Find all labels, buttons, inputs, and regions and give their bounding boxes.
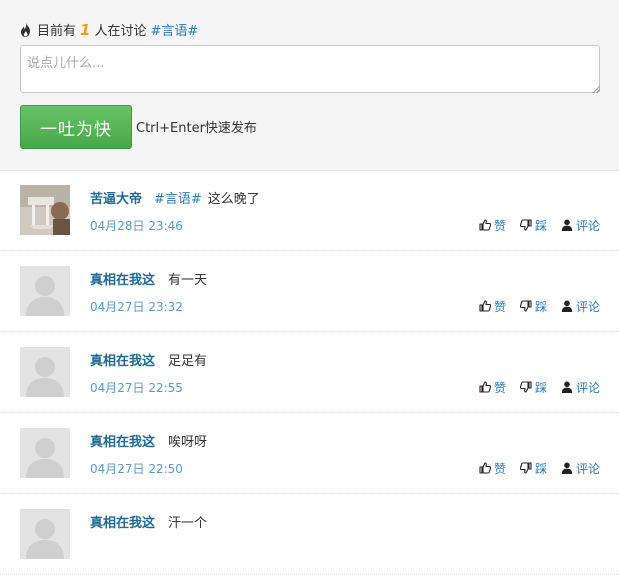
comment-item: 真相在我这 汗一个 [0,494,619,575]
comment-text: 有一天 [168,273,208,288]
comment-author[interactable]: 真相在我这 [90,431,155,450]
like-label: 赞 [493,380,506,395]
comment-text-wrap: #言语# 这么晚了 [154,188,260,207]
comment-text: 汗一个 [168,516,208,531]
comment-author[interactable]: 真相在我这 [90,269,155,288]
comment-text-wrap: 唉呀呀 [168,431,207,450]
dislike-button[interactable]: 踩 [519,217,547,234]
comment-time: 04月27日 22:55 [90,381,183,395]
post-composer: 目前有1人在讨论#言语# 一吐为快 Ctrl+Enter快速发布 [0,0,619,171]
discussion-count-line: 目前有 1 人在讨论 #言语# [20,21,198,39]
topic-link[interactable]: #言语# [150,24,198,39]
comment-text: 这么晚了 [207,192,260,207]
avatar[interactable] [20,266,70,316]
comment-author[interactable]: 真相在我这 [90,350,155,369]
comment-label: 评论 [575,299,600,314]
comment-item: 真相在我这 唉呀呀 04月27日 22:50 赞 踩 评论 [0,413,619,494]
thumbs-down-icon [519,462,532,474]
discussion-suffix: 人在讨论 [94,24,147,39]
dislike-label: 踩 [534,218,547,233]
comment-actions: 赞 踩 评论 [465,379,600,395]
comment-time: 04月27日 23:32 [90,300,183,314]
like-button[interactable]: 赞 [479,298,506,315]
comment-time: 04月27日 22:50 [90,462,183,476]
resize-grip-icon[interactable] [592,85,600,93]
dislike-label: 踩 [534,380,547,395]
thumbs-down-icon [519,219,532,231]
submit-button[interactable]: 一吐为快 [20,105,132,149]
like-label: 赞 [493,218,506,233]
post-input[interactable] [20,45,600,93]
thumbs-up-icon [479,462,491,474]
comment-time: 04月28日 23:46 [90,219,183,233]
comment-actions: 赞 踩 评论 [465,298,600,314]
comment-label: 评论 [575,218,600,233]
user-icon [561,381,573,393]
user-icon [561,300,573,312]
thumbs-up-icon [479,381,491,393]
discussion-count: 1 [80,21,91,39]
avatar[interactable] [20,428,70,478]
comment-actions: 赞 踩 评论 [465,217,600,233]
dislike-label: 踩 [534,299,547,314]
like-label: 赞 [493,299,506,314]
like-button[interactable]: 赞 [479,217,506,234]
comment-item: 真相在我这 有一天 04月27日 23:32 赞 踩 评论 [0,251,619,332]
thumbs-up-icon [479,300,491,312]
dislike-button[interactable]: 踩 [519,298,547,315]
like-button[interactable]: 赞 [479,460,506,477]
avatar[interactable] [20,347,70,397]
comment-label: 评论 [575,380,600,395]
comment-author[interactable]: 真相在我这 [90,512,155,531]
comment-text: 唉呀呀 [168,435,208,450]
user-icon [561,219,573,231]
avatar[interactable] [20,509,70,559]
comment-item: 苦逼大帝 #言语# 这么晚了 04月28日 23:46 赞 踩 评论 [0,170,619,251]
comment-actions: 赞 踩 评论 [465,460,600,476]
comment-item: 真相在我这 足足有 04月27日 22:55 赞 踩 评论 [0,332,619,413]
fire-icon [21,23,30,37]
comment-text-wrap: 汗一个 [168,512,207,531]
dislike-button[interactable]: 踩 [519,460,547,477]
user-icon [561,462,573,474]
thumbs-down-icon [519,300,532,312]
comment-button[interactable]: 评论 [561,379,600,396]
thumbs-down-icon [519,381,532,393]
comment-button[interactable]: 评论 [561,217,600,234]
comment-button[interactable]: 评论 [561,460,600,477]
comment-text: 足足有 [168,354,208,369]
discussion-prefix: 目前有 [37,24,77,39]
comment-topic-tag[interactable]: #言语# [154,192,202,207]
comment-text-wrap: 有一天 [168,269,207,288]
comment-button[interactable]: 评论 [561,298,600,315]
thumbs-up-icon [479,219,491,231]
dislike-button[interactable]: 踩 [519,379,547,396]
comment-text-wrap: 足足有 [168,350,207,369]
dislike-label: 踩 [534,461,547,476]
like-label: 赞 [493,461,506,476]
comment-label: 评论 [575,461,600,476]
like-button[interactable]: 赞 [479,379,506,396]
avatar[interactable] [20,185,70,235]
comment-author[interactable]: 苦逼大帝 [90,188,142,207]
shortcut-hint: Ctrl+Enter快速发布 [136,121,257,136]
